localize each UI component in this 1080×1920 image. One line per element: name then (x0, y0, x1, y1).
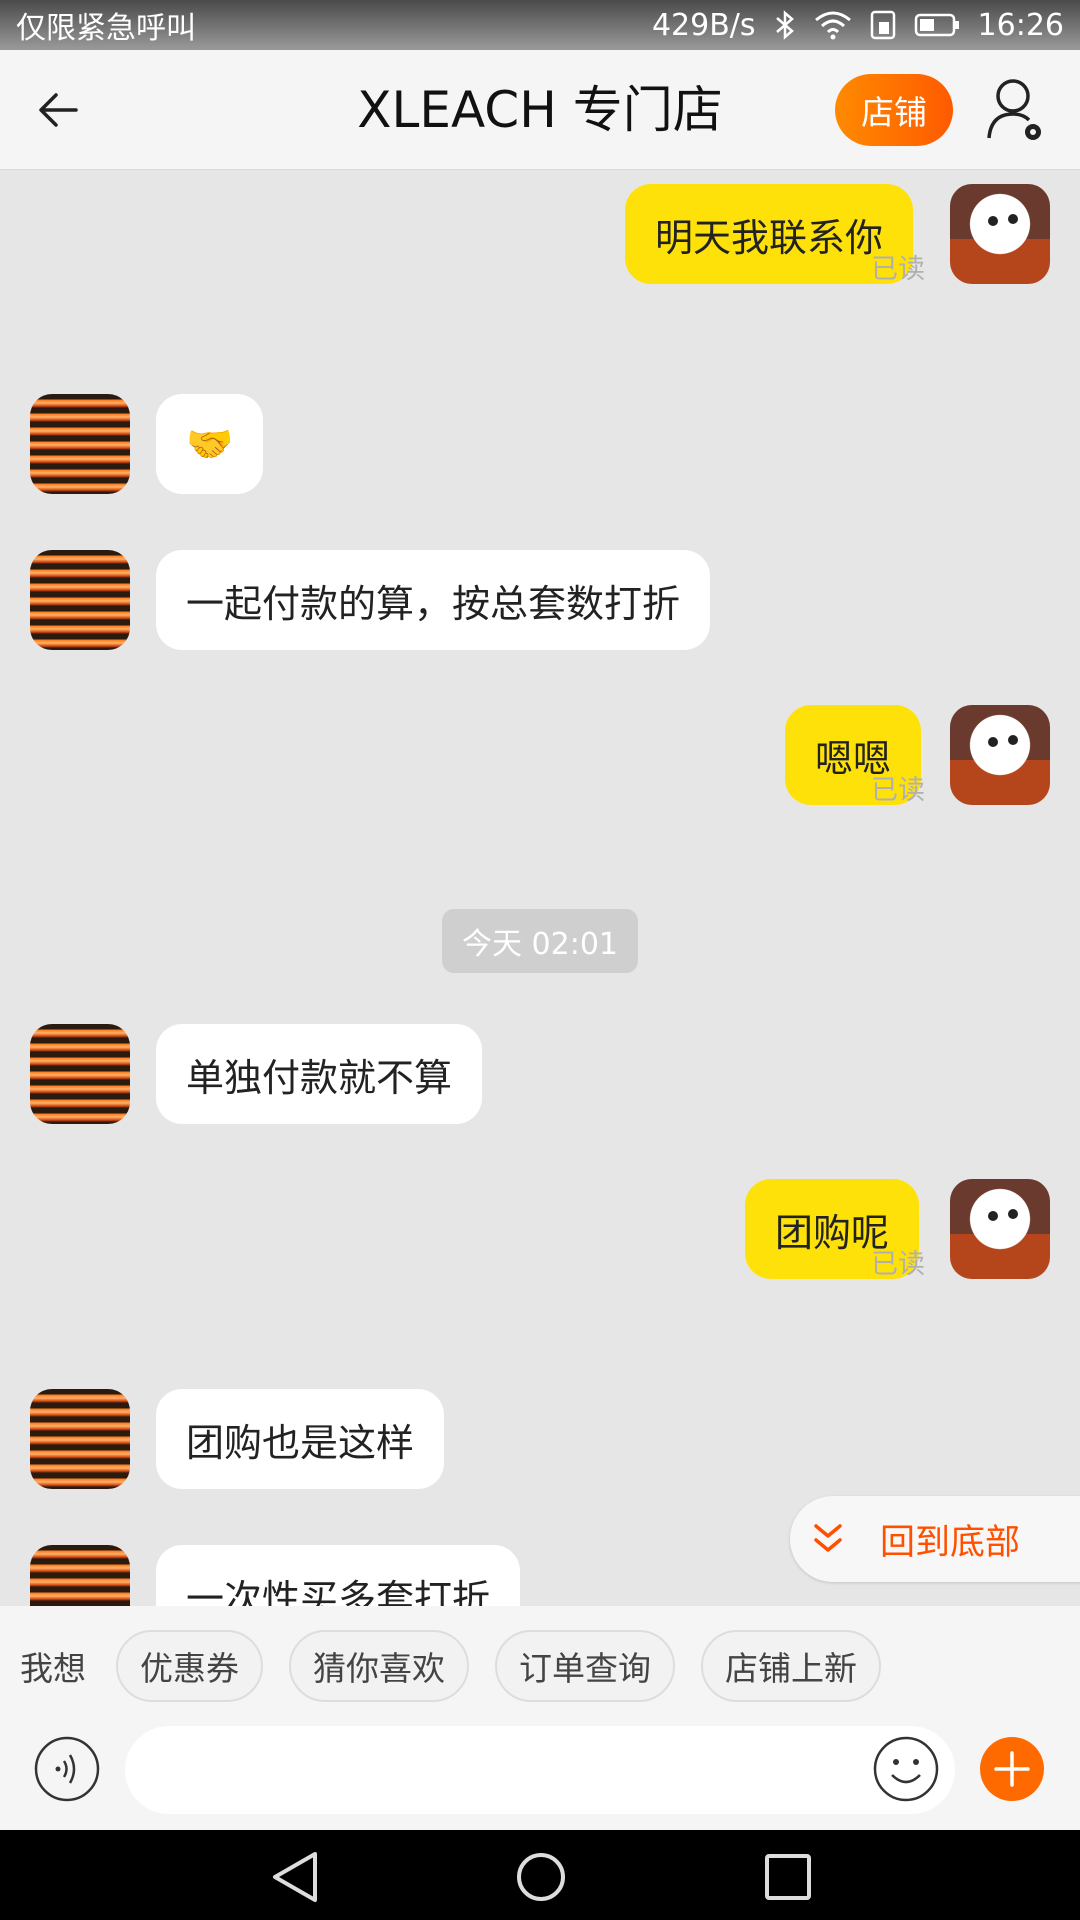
system-nav-bar (0, 1830, 1080, 1920)
wifi-icon (814, 11, 851, 40)
message-bubble-incoming[interactable]: 团购也是这样 (156, 1389, 445, 1489)
read-receipt: 已读 (871, 254, 925, 285)
nav-back-button[interactable] (265, 1850, 325, 1904)
circle-home-icon (517, 1853, 565, 1901)
triangle-back-icon (273, 1852, 317, 1902)
message-bubble-outgoing[interactable]: 明天我联系你 (625, 184, 914, 284)
carrier-text: 仅限紧急呼叫 (16, 11, 196, 46)
user-settings-button[interactable] (985, 76, 1049, 144)
my-avatar[interactable] (950, 1179, 1050, 1279)
status-bar: 仅限紧急呼叫 429B/s 16:26 (0, 0, 1080, 50)
quick-actions-bar: 我想 优惠券 猜你喜欢 订单查询 店铺上新 (0, 1606, 1080, 1726)
chip-recommendations[interactable]: 猜你喜欢 (289, 1630, 469, 1702)
my-avatar[interactable] (950, 184, 1050, 284)
chip-order-lookup[interactable]: 订单查询 (495, 1630, 675, 1702)
scroll-to-bottom-label: 回到底部 (880, 1522, 1021, 1563)
chip-coupons[interactable]: 优惠券 (116, 1630, 263, 1702)
net-speed: 429B/s (651, 7, 756, 43)
message-bubble-incoming[interactable]: 🤝 (156, 394, 264, 494)
chat-messages[interactable]: 明天我联系你 已读 🤝 一起付款的算，按总套数打折 嗯嗯 已读 今天 02:01… (0, 171, 1080, 1606)
read-receipt: 已读 (871, 775, 925, 806)
clock: 16:26 (977, 7, 1064, 43)
shop-button[interactable]: 店铺 (835, 74, 953, 146)
scroll-to-bottom-button[interactable]: 回到底部 (790, 1496, 1080, 1582)
shop-avatar[interactable] (30, 1024, 130, 1124)
smiley-icon (873, 1736, 939, 1802)
voice-icon (34, 1736, 100, 1802)
shop-avatar[interactable] (30, 1545, 130, 1606)
square-recents-icon (765, 1854, 811, 1900)
chip-new-arrivals[interactable]: 店铺上新 (701, 1630, 881, 1702)
message-bubble-incoming[interactable]: 一起付款的算，按总套数打折 (156, 550, 711, 650)
nav-recents-button[interactable] (758, 1850, 818, 1904)
emoji-button[interactable] (873, 1736, 939, 1802)
bluetooth-icon (775, 10, 794, 40)
shop-avatar[interactable] (30, 1389, 130, 1489)
sim-icon (870, 10, 895, 40)
chat-header: XLEACH 专门店 店铺 (0, 50, 1080, 170)
voice-button[interactable] (34, 1736, 100, 1802)
nav-home-button[interactable] (511, 1850, 571, 1904)
shop-avatar[interactable] (30, 550, 130, 650)
plus-icon (994, 1751, 1030, 1787)
battery-icon (914, 13, 959, 37)
message-bubble-incoming[interactable]: 单独付款就不算 (156, 1024, 483, 1124)
time-divider: 今天 02:01 (442, 909, 638, 973)
double-chevron-down-icon (814, 1524, 842, 1552)
read-receipt: 已读 (871, 1249, 925, 1280)
message-input[interactable] (125, 1726, 955, 1814)
user-settings-icon (987, 79, 1041, 140)
more-button[interactable] (980, 1737, 1044, 1801)
message-bubble-incoming[interactable]: 一次性买多套打折 (156, 1545, 521, 1606)
message-input-bar (0, 1726, 1080, 1830)
quick-actions-label: 我想 (20, 1649, 86, 1688)
shop-avatar[interactable] (30, 394, 130, 494)
my-avatar[interactable] (950, 705, 1050, 805)
